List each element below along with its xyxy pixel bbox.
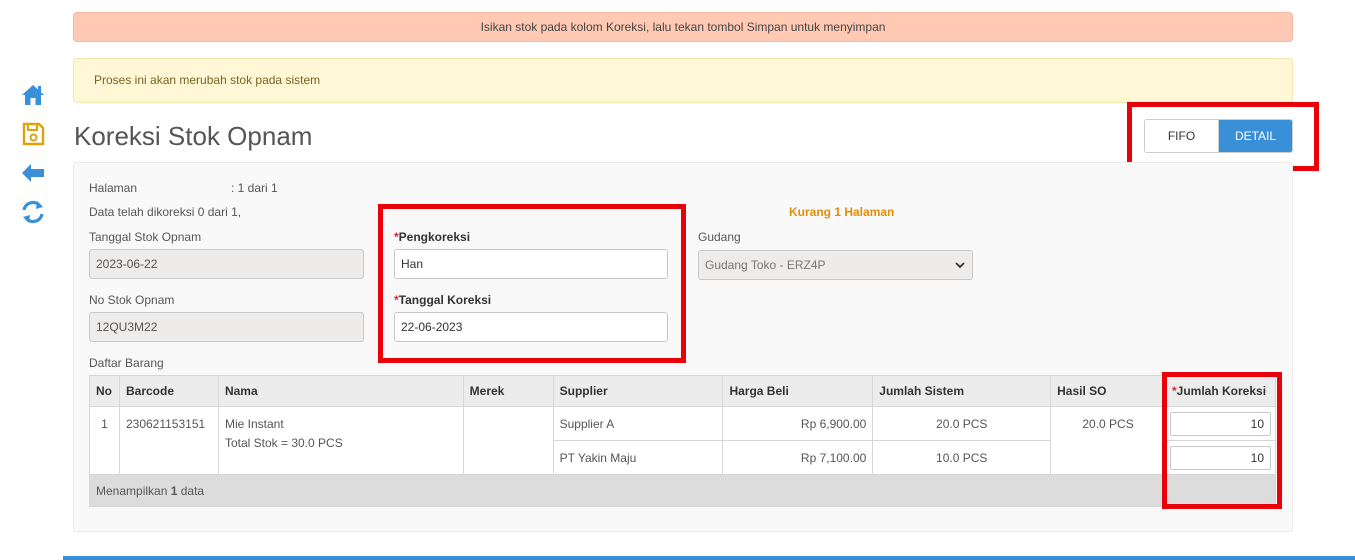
pengkoreksi-label: *Pengkoreksi <box>394 230 470 244</box>
back-arrow-icon <box>22 164 44 182</box>
col-nama: Nama <box>217 375 464 407</box>
footer-suffix: data <box>180 483 205 498</box>
sidebar <box>18 80 50 236</box>
row-nama: Mie Instant Total Stok = 30.0 PCS <box>217 406 464 475</box>
row-jumlah-sistem: 20.0 PCS <box>872 406 1052 441</box>
back-button[interactable] <box>18 158 48 188</box>
row-koreksi-cell <box>1165 406 1276 441</box>
tanggal-koreksi-label: *Tanggal Koreksi <box>394 293 491 307</box>
refresh-button[interactable] <box>18 197 48 227</box>
corrected-note: Data telah dikoreksi 0 dari 1, <box>89 205 242 219</box>
no-so-label: No Stok Opnam <box>89 293 175 307</box>
row-jumlah-sistem: 10.0 PCS <box>872 440 1052 475</box>
row-no: 1 <box>89 406 120 475</box>
page-title: Koreksi Stok Opnam <box>74 121 313 151</box>
home-button[interactable] <box>18 80 48 110</box>
fifo-button[interactable]: FIFO <box>1145 120 1219 152</box>
tanggal-koreksi-input[interactable] <box>394 312 668 342</box>
table-footer: Menampilkan 1 data <box>89 474 1276 507</box>
row-koreksi-cell <box>1165 440 1276 475</box>
jumlah-koreksi-input[interactable] <box>1170 445 1271 470</box>
daftar-barang-label: Daftar Barang <box>89 356 164 370</box>
tanggal-so-field[interactable] <box>89 249 364 279</box>
col-jumlah-koreksi: *Jumlah Koreksi <box>1165 375 1276 407</box>
footer-prefix: Menampilkan <box>96 483 168 498</box>
col-jumlah-sistem: Jumlah Sistem <box>872 375 1052 407</box>
footer-count: 1 <box>170 483 178 498</box>
jumlah-koreksi-input[interactable] <box>1170 411 1271 436</box>
row-merek <box>462 406 554 475</box>
row-supplier: PT Yakin Maju <box>552 440 724 475</box>
gudang-select[interactable]: Gudang Toko - ERZ4P <box>698 250 973 280</box>
table-header-row: No Barcode Nama Merek Supplier Harga Bel… <box>89 375 1276 407</box>
row-total-stok: Total Stok = 30.0 PCS <box>224 436 343 450</box>
refresh-icon <box>22 200 44 224</box>
save-icon <box>22 122 45 146</box>
col-hasil-so: Hasil SO <box>1050 375 1166 407</box>
save-button[interactable] <box>18 119 48 149</box>
table-footer-row: Menampilkan 1 data <box>89 474 1276 507</box>
table-row: 1 230621153151 Mie Instant Total Stok = … <box>89 406 1276 475</box>
chevron-down-icon <box>955 262 965 269</box>
home-icon <box>22 85 44 105</box>
row-supplier: Supplier A <box>552 406 724 441</box>
pengkoreksi-input[interactable] <box>394 249 668 279</box>
tanggal-koreksi-label-text: Tanggal Koreksi <box>398 293 492 307</box>
items-table: No Barcode Nama Merek Supplier Harga Bel… <box>89 375 1276 507</box>
tanggal-so-label: Tanggal Stok Opnam <box>89 230 202 244</box>
gudang-label: Gudang <box>698 230 741 244</box>
view-toggle: FIFO DETAIL <box>1144 119 1293 153</box>
col-harga-beli: Harga Beli <box>722 375 874 407</box>
col-merek: Merek <box>462 375 554 407</box>
row-nama-text: Mie Instant <box>224 417 284 431</box>
info-banner: Isikan stok pada kolom Koreksi, lalu tek… <box>73 12 1293 42</box>
no-so-field[interactable] <box>89 312 364 342</box>
row-harga-beli: Rp 6,900.00 <box>722 406 874 441</box>
row-barcode: 230621153151 <box>118 406 219 475</box>
halaman-label: Halaman <box>89 181 138 195</box>
col-supplier: Supplier <box>552 375 724 407</box>
pengkoreksi-label-text: Pengkoreksi <box>398 230 471 244</box>
bottom-bar <box>63 556 1355 560</box>
col-barcode: Barcode <box>118 375 219 407</box>
col-no: No <box>89 375 120 407</box>
halaman-value: : 1 dari 1 <box>231 181 278 195</box>
row-hasil-so: 20.0 PCS <box>1050 406 1166 475</box>
detail-button[interactable]: DETAIL <box>1219 120 1292 152</box>
gudang-select-value: Gudang Toko - ERZ4P <box>705 258 826 272</box>
missing-pages-text: Kurang 1 Halaman <box>789 205 895 219</box>
row-harga-beli: Rp 7,100.00 <box>722 440 874 475</box>
col-jumlah-koreksi-text: Jumlah Koreksi <box>1176 384 1267 398</box>
warning-banner: Proses ini akan merubah stok pada sistem <box>73 58 1293 103</box>
